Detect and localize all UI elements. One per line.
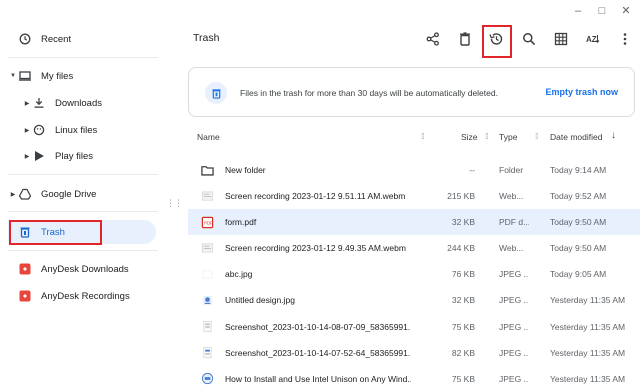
sidebar-item-label: Downloads: [55, 97, 102, 109]
linux-penguin-icon: [32, 123, 46, 137]
table-row[interactable]: abc.jpg 76 KB JPEG ... Today 9:05 AM: [188, 261, 640, 287]
trash-icon: [205, 82, 227, 104]
computer-icon: [18, 69, 32, 83]
column-resize-handle[interactable]: ⁞⁞: [421, 132, 425, 141]
table-row[interactable]: How to Install and Use Intel Unison on A…: [188, 366, 640, 392]
column-header-type[interactable]: Type: [499, 132, 517, 142]
sidebar-item-google-drive[interactable]: ▶ Google Drive: [8, 182, 156, 206]
sidebar-item-label: My files: [41, 70, 74, 82]
sort-down-arrow-icon[interactable]: ↓: [611, 130, 616, 141]
table-header: Name ⁞⁞ Size ⁞⁞ Type ⁞⁞ Date modified ↓: [188, 126, 640, 148]
video-thumbnail-icon: [200, 189, 214, 203]
sidebar-item-my-files[interactable]: ▼ My files: [8, 64, 156, 88]
banner-message: Files in the trash for more than 30 days…: [240, 88, 498, 98]
anydesk-icon: [18, 262, 32, 276]
share-button[interactable]: [423, 29, 443, 49]
main-content: Trash AZ Files in the trash for more tha…: [180, 0, 640, 392]
restore-highlight-box: [482, 25, 512, 58]
image-thumbnail-icon: [200, 267, 214, 281]
image-thumbnail-icon: [200, 346, 214, 360]
sidebar-item-label: Google Drive: [41, 188, 97, 200]
table-row[interactable]: Screenshot_2023-01-10-14-07-52-64_583659…: [188, 340, 640, 366]
trash-icon: [460, 32, 470, 46]
sidebar-item-label: AnyDesk Downloads: [41, 263, 129, 275]
sidebar-item-label: Play files: [55, 150, 94, 162]
expanded-arrow-icon[interactable]: ▼: [8, 73, 18, 79]
column-header-name[interactable]: Name: [197, 132, 220, 142]
divider: [8, 174, 158, 175]
play-store-icon: [32, 149, 46, 163]
table-row[interactable]: Screen recording 2023-01-12 9.51.11 AM.w…: [188, 183, 640, 209]
delete-button[interactable]: [455, 29, 475, 49]
page-title: Trash: [193, 32, 220, 44]
image-thumbnail-icon: [200, 293, 214, 307]
image-thumbnail-icon: [200, 372, 214, 386]
more-vert-icon: [623, 33, 627, 45]
empty-trash-button[interactable]: Empty trash now: [545, 87, 618, 97]
table-row[interactable]: Screen recording 2023-01-12 9.49.35 AM.w…: [188, 235, 640, 261]
sort-az-icon: AZ: [586, 35, 600, 44]
image-thumbnail-icon: [200, 320, 214, 334]
divider: [8, 57, 158, 58]
column-header-date[interactable]: Date modified: [550, 132, 602, 142]
table-row[interactable]: Screenshot_2023-01-10-14-08-07-09_583659…: [188, 314, 640, 340]
svg-text:AZ: AZ: [586, 35, 597, 44]
sidebar: Recent ▼ My files ▶ Downloads ▶ Linux fi…: [0, 0, 168, 392]
sidebar-item-label: AnyDesk Recordings: [41, 290, 130, 302]
search-button[interactable]: [519, 29, 539, 49]
sidebar-item-recent[interactable]: Recent: [8, 27, 156, 51]
divider: [8, 250, 158, 251]
pdf-icon: PDF: [200, 215, 214, 229]
anydesk-icon: [18, 289, 32, 303]
table-row[interactable]: PDF form.pdf 32 KB PDF d... Today 9:50 A…: [188, 209, 640, 236]
more-options-button[interactable]: [615, 29, 635, 49]
trash-highlight-box: [9, 220, 102, 245]
file-list: New folder -- Folder Today 9:14 AM Scree…: [188, 157, 640, 392]
sidebar-item-downloads[interactable]: ▶ Downloads: [22, 91, 156, 115]
collapsed-arrow-icon[interactable]: ▶: [22, 100, 32, 107]
sidebar-item-anydesk-downloads[interactable]: AnyDesk Downloads: [8, 257, 156, 281]
collapsed-arrow-icon[interactable]: ▶: [22, 127, 32, 134]
download-icon: [32, 96, 46, 110]
share-icon: [426, 32, 439, 46]
table-row[interactable]: Untitled design.jpg 32 KB JPEG ... Yeste…: [188, 287, 640, 313]
column-resize-handle[interactable]: ⁞⁞: [485, 132, 489, 141]
grid-icon: [554, 32, 568, 46]
grid-view-button[interactable]: [551, 29, 571, 49]
column-resize-handle[interactable]: ⁞⁞: [535, 132, 539, 141]
video-thumbnail-icon: [200, 241, 214, 255]
sidebar-item-anydesk-recordings[interactable]: AnyDesk Recordings: [8, 284, 156, 308]
trash-info-banner: Files in the trash for more than 30 days…: [188, 67, 635, 117]
sidebar-item-play-files[interactable]: ▶ Play files: [22, 144, 156, 168]
sidebar-item-linux-files[interactable]: ▶ Linux files: [22, 118, 156, 142]
sort-button[interactable]: AZ: [583, 29, 603, 49]
search-icon: [523, 33, 536, 46]
svg-text:PDF: PDF: [204, 220, 213, 225]
sidebar-item-label: Recent: [41, 33, 72, 45]
collapsed-arrow-icon[interactable]: ▶: [22, 153, 32, 160]
collapsed-arrow-icon[interactable]: ▶: [8, 191, 18, 198]
column-header-size[interactable]: Size: [461, 132, 478, 142]
table-row[interactable]: New folder -- Folder Today 9:14 AM: [188, 157, 640, 183]
folder-icon: [200, 163, 214, 177]
google-drive-icon: [18, 187, 32, 201]
sidebar-item-label: Linux files: [55, 124, 98, 136]
divider: [8, 211, 158, 212]
clock-icon: [18, 32, 32, 46]
sidebar-resize-handle[interactable]: ⋮⋮: [166, 199, 183, 208]
